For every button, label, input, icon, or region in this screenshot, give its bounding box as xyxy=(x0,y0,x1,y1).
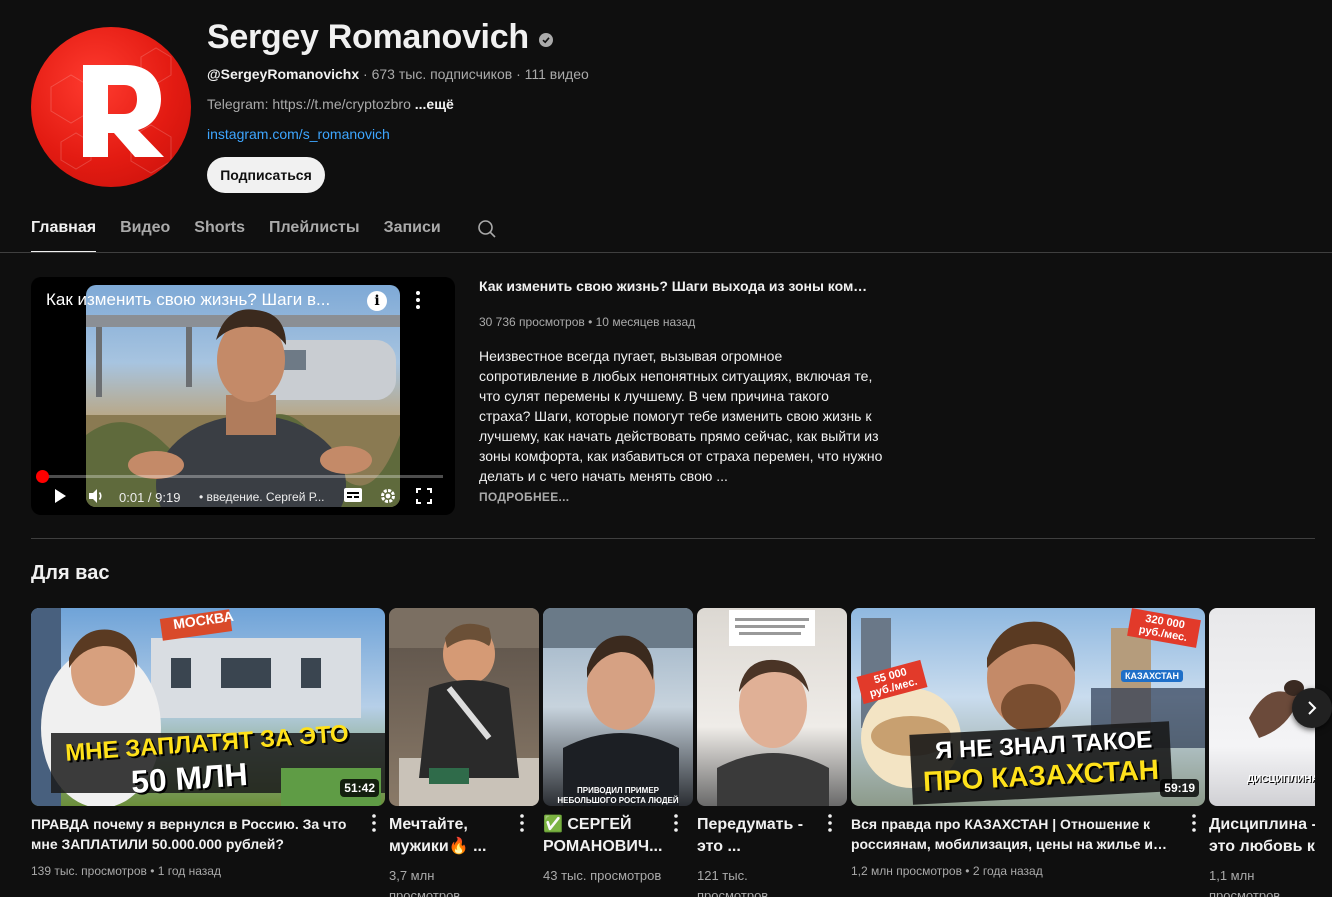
channel-tabs: Главная Видео Shorts Плейлисты Записи xyxy=(31,205,499,253)
video-card[interactable]: МОСКВА МНЕ ЗАПЛАТЯТ ЗА ЭТО 50 МЛН 51:42 … xyxy=(31,608,385,880)
video-frame[interactable] xyxy=(86,285,400,507)
info-icon[interactable]: i xyxy=(367,291,387,311)
video-thumbnail[interactable]: МОСКВА МНЕ ЗАПЛАТЯТ ЗА ЭТО 50 МЛН 51:42 xyxy=(31,608,385,806)
channel-meta: @SergeyRomanovichx · 673 тыс. подписчико… xyxy=(207,66,589,82)
video-meta: 139 тыс. просмотров • 1 год назад xyxy=(31,864,221,878)
short-thumbnail[interactable] xyxy=(389,608,539,806)
thumbnail-sign: КАЗАХСТАН xyxy=(1121,670,1183,682)
channel-name-text: Sergey Romanovich xyxy=(207,18,529,56)
more-options-icon[interactable] xyxy=(367,813,381,833)
more-options-icon[interactable] xyxy=(669,813,683,833)
thumbnail-caption: ПРИВОДИЛ ПРИМЕР НЕБОЛЬШОГО РОСТА ЛЮДЕЙ xyxy=(557,786,679,805)
channel-stats: · 673 тыс. подписчиков · 111 видео xyxy=(359,66,589,82)
video-thumbnail[interactable]: 55 000 руб./мес. 320 000 руб./мес. КАЗАХ… xyxy=(851,608,1205,806)
short-card[interactable]: Передумать - это ... 121 тыс. просмотров xyxy=(697,608,847,897)
short-meta: 3,7 млн просмотров xyxy=(389,868,461,897)
subscribe-button[interactable]: Подписаться xyxy=(207,157,325,193)
short-title[interactable]: Мечтайте, мужики🔥 ... xyxy=(389,814,509,858)
player-title[interactable]: Как изменить свою жизнь? Шаги в... xyxy=(46,290,366,310)
short-thumbnail[interactable] xyxy=(697,608,847,806)
progress-scrubber[interactable] xyxy=(36,470,49,483)
more-options-icon[interactable] xyxy=(823,813,837,833)
featured-video-meta: 30 736 просмотров • 10 месяцев назад xyxy=(479,315,696,329)
video-title[interactable]: ПРАВДА почему я вернулся в Россию. За чт… xyxy=(31,814,363,854)
chevron-right-icon xyxy=(1308,701,1317,715)
channel-avatar[interactable] xyxy=(31,27,191,187)
short-title[interactable]: ✅ СЕРГЕЙ РОМАНОВИЧ... xyxy=(543,814,663,858)
short-meta: 43 тыс. просмотров xyxy=(543,868,662,883)
featured-video-player[interactable]: Как изменить свою жизнь? Шаги в... i 0:0… xyxy=(31,277,455,515)
channel-handle: @SergeyRomanovichx xyxy=(207,66,360,82)
video-meta: 1,2 млн просмотров • 2 года назад xyxy=(851,864,1043,878)
fullscreen-icon[interactable] xyxy=(415,487,433,505)
chapter-label[interactable]: • введение. Сергей Р... xyxy=(199,490,329,504)
tabs-divider xyxy=(0,252,1332,253)
short-card[interactable]: ДИСЦИПЛИНА Дисциплина - это любовь к... … xyxy=(1209,608,1315,897)
subtitles-icon[interactable] xyxy=(343,487,363,503)
short-card[interactable]: ПРИВОДИЛ ПРИМЕР НЕБОЛЬШОГО РОСТА ЛЮДЕЙ ✅… xyxy=(543,608,693,886)
settings-gear-icon[interactable] xyxy=(379,487,397,505)
video-title[interactable]: Вся правда про КАЗАХСТАН | Отношение к р… xyxy=(851,814,1183,854)
thumbnail-caption: ДИСЦИПЛИНА xyxy=(1247,774,1315,785)
channel-link[interactable]: instagram.com/s_romanovich xyxy=(207,126,390,142)
duration-badge: 59:19 xyxy=(1160,779,1199,797)
tab-posts[interactable]: Записи xyxy=(384,205,441,253)
short-thumbnail[interactable]: ПРИВОДИЛ ПРИМЕР НЕБОЛЬШОГО РОСТА ЛЮДЕЙ xyxy=(543,608,693,806)
tab-videos[interactable]: Видео xyxy=(120,205,170,253)
time-display: 0:01 / 9:19 xyxy=(119,490,181,505)
volume-icon[interactable] xyxy=(87,487,105,505)
short-meta: 1,1 млн просмотров xyxy=(1209,868,1281,897)
carousel-next-button[interactable] xyxy=(1292,688,1332,728)
short-card[interactable]: Мечтайте, мужики🔥 ... 3,7 млн просмотров xyxy=(389,608,539,897)
more-options-icon[interactable] xyxy=(411,289,425,311)
section-divider xyxy=(31,538,1315,539)
channel-description[interactable]: Telegram: https://t.me/cryptozbro ...ещё xyxy=(207,96,454,112)
channel-description-text: Telegram: https://t.me/cryptozbro xyxy=(207,96,411,112)
tab-shorts[interactable]: Shorts xyxy=(194,205,245,253)
search-icon[interactable] xyxy=(475,217,499,241)
featured-more-button[interactable]: ПОДРОБНЕЕ... xyxy=(479,490,569,504)
play-icon[interactable] xyxy=(51,487,69,505)
video-card[interactable]: 55 000 руб./мес. 320 000 руб./мес. КАЗАХ… xyxy=(851,608,1205,880)
section-title-for-you: Для вас xyxy=(31,562,110,584)
tab-playlists[interactable]: Плейлисты xyxy=(269,205,360,253)
description-more-link[interactable]: ...ещё xyxy=(415,96,454,112)
featured-video-title[interactable]: Как изменить свою жизнь? Шаги выхода из … xyxy=(479,278,879,294)
verified-icon xyxy=(538,32,553,47)
tab-home[interactable]: Главная xyxy=(31,205,97,253)
short-title[interactable]: Дисциплина - это любовь к... xyxy=(1209,814,1315,858)
duration-badge: 51:42 xyxy=(340,779,379,797)
short-meta: 121 тыс. просмотров xyxy=(697,868,769,897)
more-options-icon[interactable] xyxy=(515,813,529,833)
more-options-icon[interactable] xyxy=(1187,813,1201,833)
channel-name: Sergey Romanovich xyxy=(207,18,553,57)
featured-video-description: Неизвестное всегда пугает, вызывая огром… xyxy=(479,348,883,484)
progress-bar[interactable] xyxy=(43,475,443,478)
short-title[interactable]: Передумать - это ... xyxy=(697,814,817,858)
